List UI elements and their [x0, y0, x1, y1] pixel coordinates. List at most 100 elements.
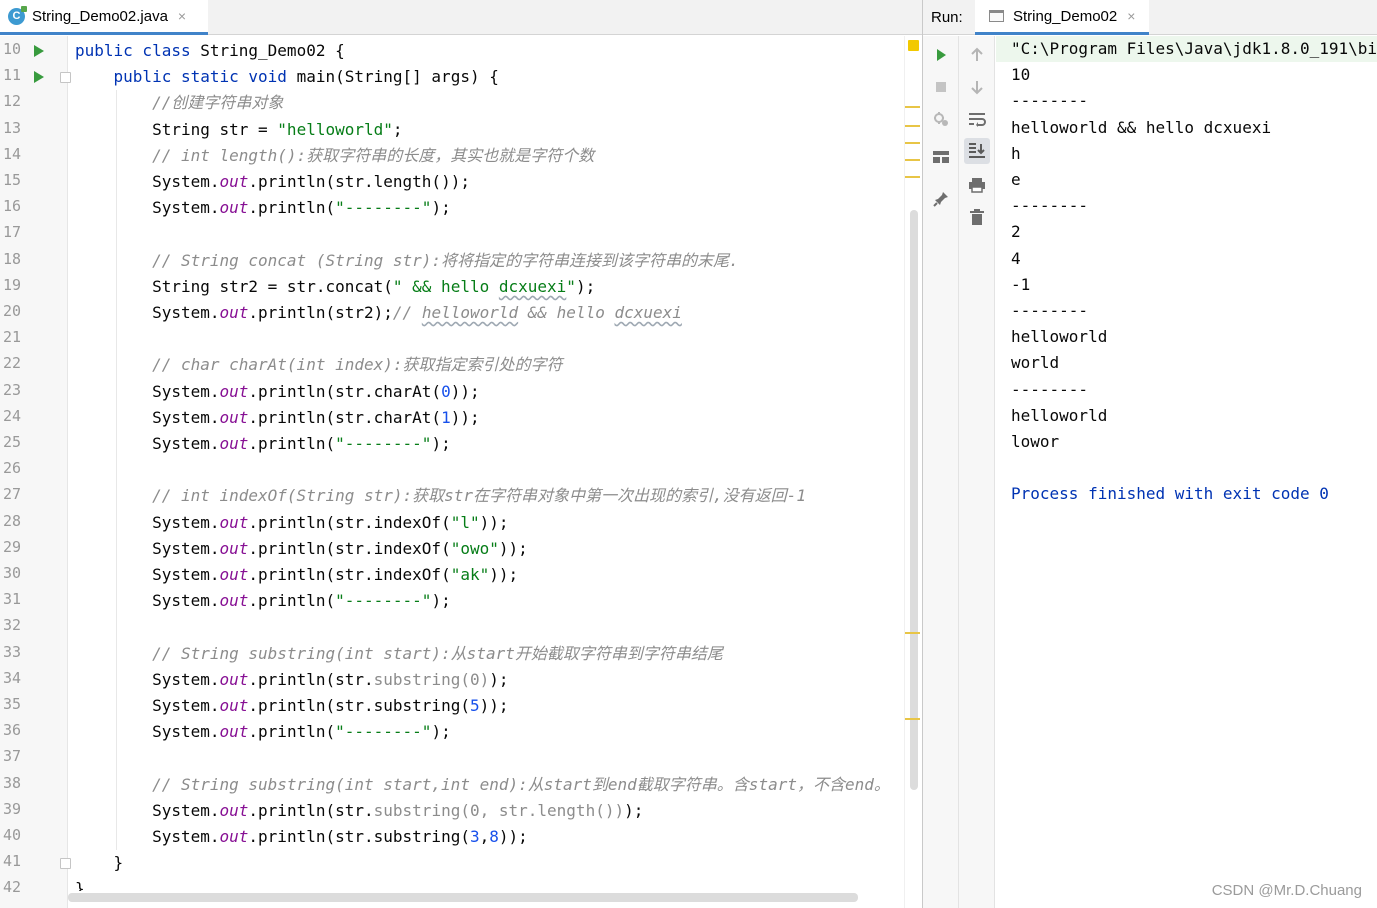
warning-indicator-icon[interactable] — [908, 40, 919, 51]
code-line[interactable]: System.out.println(str.length()); — [75, 169, 470, 195]
warning-stripe-mark[interactable] — [905, 632, 920, 634]
code-line[interactable]: // String substring(int start):从start开始截… — [75, 641, 723, 667]
code-token: "--------" — [335, 722, 432, 742]
console-line: 4 — [1011, 248, 1021, 268]
code-token: out — [219, 434, 249, 453]
gutter-row: 20 — [0, 300, 68, 326]
code-token: dcxuexi — [498, 276, 567, 296]
code-line[interactable]: System.out.println(str.substring(3,8)); — [75, 824, 528, 850]
code-line[interactable]: System.out.println(str.charAt(0)); — [75, 379, 480, 405]
code-line[interactable]: System.out.println(str.substring(5)); — [75, 693, 509, 719]
code-token: // — [392, 303, 422, 322]
editor-tab-string-demo02[interactable]: C String_Demo02.java × — [0, 0, 208, 35]
trash-icon[interactable] — [964, 204, 990, 230]
line-number: 17 — [3, 223, 22, 242]
code-token: } — [75, 853, 124, 873]
code-token: .println(str.indexOf( — [248, 565, 451, 584]
code-line[interactable]: System.out.println(str.charAt(1)); — [75, 405, 480, 431]
code-line[interactable]: } — [75, 876, 85, 891]
code-token: System. — [75, 696, 220, 715]
pin-icon[interactable] — [928, 186, 954, 212]
console-output[interactable]: "C:\Program Files\Java\jdk1.8.0_191\bin\… — [996, 36, 1377, 908]
code-token: ); — [624, 800, 644, 820]
code-line[interactable]: String str = "helloworld"; — [75, 117, 403, 143]
layout-icon[interactable] — [928, 144, 954, 170]
code-token: 3 — [469, 827, 480, 846]
code-line[interactable]: public static void main(String[] args) { — [75, 64, 499, 90]
console-exit-message: Process finished with exit code 0 — [1011, 484, 1329, 504]
soft-wrap-icon[interactable] — [964, 106, 990, 132]
line-number: 25 — [3, 433, 22, 451]
gutter-row: 17 — [0, 221, 68, 247]
code-line[interactable]: System.out.println("--------"); — [75, 195, 451, 221]
gutter-row: 32 — [0, 614, 68, 640]
vertical-scrollbar[interactable] — [910, 210, 918, 790]
code-token: String_Demo02 { — [200, 41, 345, 60]
run-gutter-icon[interactable] — [34, 45, 44, 57]
code-token: "--------" — [335, 434, 432, 453]
warning-stripe-mark[interactable] — [905, 176, 920, 178]
code-token: ); — [431, 434, 451, 453]
stop-icon[interactable] — [928, 74, 954, 100]
code-token: ; — [392, 119, 403, 139]
code-line[interactable]: // int indexOf(String str):获取str在字符串对象中第… — [75, 483, 806, 509]
code-line[interactable]: System.out.println(str.substring(0)); — [75, 667, 508, 693]
code-line[interactable]: System.out.println(str.substring(0, str.… — [75, 798, 643, 824]
code-line[interactable]: } — [75, 850, 124, 876]
warning-stripe-mark[interactable] — [905, 125, 920, 127]
run-toolbar-primary — [923, 36, 959, 908]
code-line[interactable]: // int length():获取字符串的长度，其实也就是字符个数 — [75, 143, 594, 169]
code-token: )); — [479, 696, 509, 715]
console-line: 2 — [1011, 222, 1021, 242]
code-line[interactable]: // String concat (String str):将将指定的字符串连接… — [75, 248, 739, 274]
code-token: System. — [75, 407, 220, 427]
error-stripe[interactable] — [904, 36, 922, 908]
gutter-row: 30 — [0, 562, 68, 588]
code-token: ); — [431, 198, 451, 218]
code-token: 0 — [441, 381, 451, 401]
code-token: // String substring(int start,int end):从… — [152, 774, 890, 794]
code-line[interactable]: System.out.println(str.indexOf("ak")); — [75, 562, 518, 588]
line-number: 34 — [3, 668, 22, 687]
warning-stripe-mark[interactable] — [905, 142, 920, 144]
rerun-icon[interactable] — [928, 42, 954, 68]
print-icon[interactable] — [964, 172, 990, 198]
code-line[interactable]: String str2 = str.concat(" && hello dcxu… — [75, 274, 595, 300]
warning-stripe-mark[interactable] — [905, 159, 920, 161]
code-editor[interactable]: C String_Demo02.java × 10 11 12 13 14 15 16 17 1… — [0, 0, 922, 908]
code-token: )); — [489, 565, 519, 584]
code-token: .println(str2); — [248, 303, 393, 322]
run-tab-string-demo02[interactable]: String_Demo02 × — [975, 0, 1149, 35]
console-line: -------- — [1011, 196, 1089, 216]
code-line[interactable]: System.out.println(str.indexOf("owo")); — [75, 536, 528, 562]
down-arrow-icon[interactable] — [964, 74, 990, 100]
line-number: 22 — [3, 354, 22, 373]
code-line[interactable]: System.out.println("--------"); — [75, 588, 451, 614]
console-icon — [989, 10, 1004, 22]
horizontal-scrollbar[interactable] — [68, 893, 858, 902]
run-gutter-icon[interactable] — [34, 71, 44, 84]
debug-settings-icon[interactable] — [928, 106, 954, 132]
close-icon[interactable]: × — [178, 8, 186, 24]
code-line[interactable]: // String substring(int start,int end):从… — [75, 772, 890, 798]
warning-stripe-mark[interactable] — [905, 718, 920, 720]
line-number: 42 — [3, 878, 22, 897]
code-token: .println( — [248, 722, 336, 742]
code-line[interactable]: // char charAt(int index):获取指定索引处的字符 — [75, 352, 562, 378]
code-line[interactable]: System.out.println(str.indexOf("l")); — [75, 510, 508, 536]
code-line[interactable]: System.out.println("--------"); — [75, 431, 451, 457]
code-line[interactable]: public class String_Demo02 { — [75, 38, 345, 64]
code-line[interactable]: System.out.println(str2);// helloworld &… — [75, 300, 682, 326]
line-number: 16 — [3, 197, 22, 216]
line-number: 21 — [3, 328, 22, 347]
code-token: // String concat (String str):将将指定的字符串连接… — [152, 250, 739, 270]
scroll-to-end-icon[interactable] — [964, 138, 990, 164]
close-icon[interactable]: × — [1127, 8, 1135, 24]
editor-tab-bar: C String_Demo02.java × — [0, 0, 922, 35]
code-area[interactable]: public class String_Demo02 { public stat… — [68, 36, 904, 891]
code-line[interactable]: //创建字符串对象 — [75, 90, 283, 116]
code-line[interactable]: System.out.println("--------"); — [75, 719, 451, 745]
warning-stripe-mark[interactable] — [905, 106, 920, 108]
up-arrow-icon[interactable] — [964, 42, 990, 68]
